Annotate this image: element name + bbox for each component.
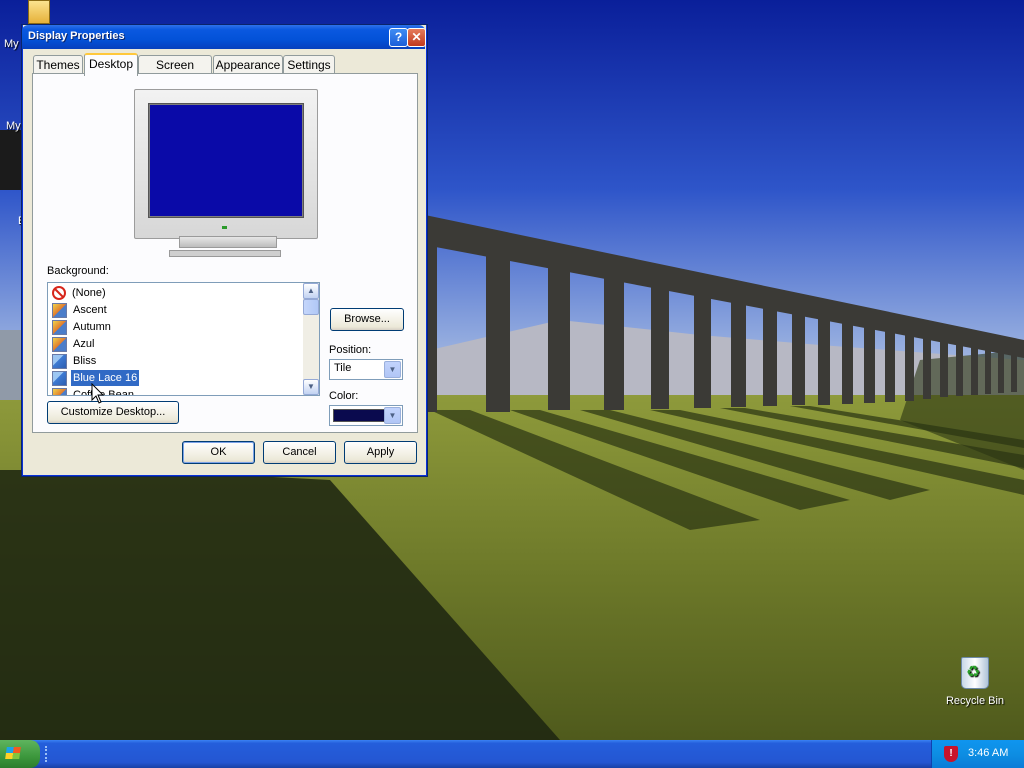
list-item[interactable]: (None) xyxy=(52,285,108,301)
image-file-icon xyxy=(52,370,67,386)
tab-settings[interactable]: Settings xyxy=(283,55,335,74)
close-button[interactable]: ✕ xyxy=(407,28,426,47)
display-properties-dialog: Display Properties ? ✕ Themes Desktop Sc… xyxy=(22,25,427,476)
image-file-icon xyxy=(52,336,67,352)
recycle-bin[interactable]: Recycle Bin xyxy=(940,657,1010,707)
image-file-icon xyxy=(52,387,67,395)
image-file-icon xyxy=(52,353,67,369)
security-shield-icon[interactable]: ! xyxy=(944,746,958,762)
folder-icon xyxy=(28,0,50,24)
desktop-tab-panel: Background: (None) Ascent Autumn Azul Bl… xyxy=(32,73,418,433)
monitor-foot xyxy=(169,250,281,257)
desktop-icon-my-documents[interactable]: My xyxy=(0,0,50,50)
recycle-bin-label: Recycle Bin xyxy=(945,695,1005,707)
help-button[interactable]: ? xyxy=(389,28,408,47)
scroll-thumb[interactable] xyxy=(303,299,319,315)
preview-screen xyxy=(148,103,304,218)
tab-screen-saver[interactable]: Screen Saver xyxy=(138,55,212,90)
scroll-down-icon[interactable]: ▼ xyxy=(303,379,319,395)
tab-appearance[interactable]: Appearance xyxy=(213,55,283,74)
desktop-icon-label: My xyxy=(4,38,19,50)
monitor-stand xyxy=(179,236,277,248)
monitor-preview xyxy=(134,89,318,239)
list-item[interactable]: Bliss xyxy=(52,353,98,369)
windows-logo-icon xyxy=(5,747,21,759)
customize-desktop-button[interactable]: Customize Desktop... xyxy=(47,401,179,424)
cancel-button[interactable]: Cancel xyxy=(263,441,336,464)
background-listbox[interactable]: (None) Ascent Autumn Azul Bliss Blue Lac… xyxy=(47,282,320,396)
background-label: Background: xyxy=(47,265,109,277)
image-file-icon xyxy=(52,319,67,335)
tab-desktop[interactable]: Desktop xyxy=(84,53,138,76)
start-button[interactable] xyxy=(0,740,40,768)
browse-button[interactable]: Browse... xyxy=(330,308,404,331)
recycle-bin-icon xyxy=(961,657,989,689)
color-swatch xyxy=(333,409,389,422)
power-led-icon xyxy=(222,226,227,229)
clock[interactable]: 3:46 AM xyxy=(968,747,1008,759)
tab-themes[interactable]: Themes xyxy=(33,55,83,74)
dialog-title: Display Properties xyxy=(28,30,125,42)
mouse-cursor-icon xyxy=(91,383,105,404)
system-tray: ! 3:46 AM xyxy=(931,740,1024,768)
color-picker[interactable]: ▼ xyxy=(329,405,403,426)
quick-launch-handle[interactable] xyxy=(45,746,50,762)
list-scrollbar[interactable]: ▲ ▼ xyxy=(303,283,319,395)
taskbar: ! 3:46 AM xyxy=(0,740,1024,768)
image-file-icon xyxy=(52,302,67,318)
position-value: Tile xyxy=(334,362,352,374)
title-bar[interactable]: Display Properties ? ✕ xyxy=(22,25,426,49)
none-icon xyxy=(52,286,66,301)
ok-button[interactable]: OK xyxy=(182,441,255,464)
position-select[interactable]: Tile ▼ xyxy=(329,359,403,380)
chevron-down-icon[interactable]: ▼ xyxy=(384,407,401,424)
desktop-icon-my-computer[interactable]: My xyxy=(6,120,21,132)
scroll-up-icon[interactable]: ▲ xyxy=(303,283,319,299)
desktop-icon-label: My xyxy=(6,120,21,132)
list-item[interactable]: Azul xyxy=(52,336,96,352)
apply-button[interactable]: Apply xyxy=(344,441,417,464)
list-item[interactable]: Autumn xyxy=(52,319,113,335)
position-label: Position: xyxy=(329,344,372,356)
color-label: Color: xyxy=(329,390,359,402)
chevron-down-icon[interactable]: ▼ xyxy=(384,361,401,378)
list-item[interactable]: Ascent xyxy=(52,302,109,318)
